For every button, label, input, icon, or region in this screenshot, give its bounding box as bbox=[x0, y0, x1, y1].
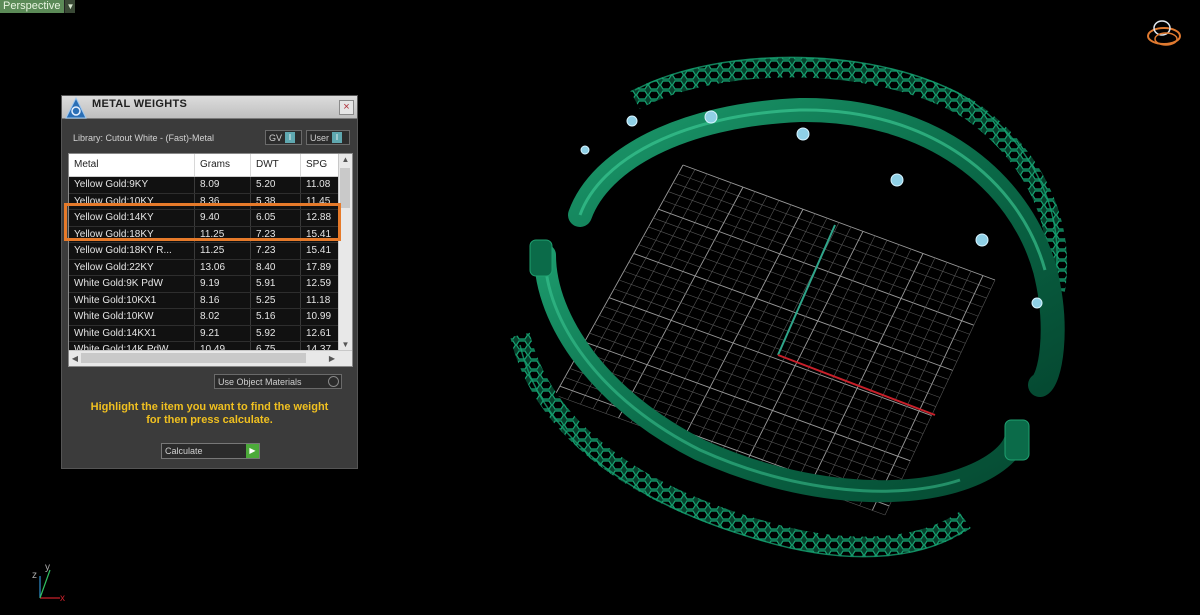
calculate-button[interactable]: Calculate ▶ bbox=[161, 443, 260, 459]
horizontal-scroll-thumb[interactable] bbox=[81, 353, 306, 363]
cell-dwt: 5.16 bbox=[251, 309, 301, 325]
y-axis-line bbox=[777, 224, 836, 356]
cell-dwt: 5.25 bbox=[251, 292, 301, 308]
scroll-right-icon[interactable]: ▶ bbox=[326, 351, 338, 366]
cell-metal: Yellow Gold:22KY bbox=[69, 259, 195, 275]
cell-grams: 9.19 bbox=[195, 276, 251, 292]
scroll-up-icon[interactable]: ▲ bbox=[339, 154, 352, 166]
cell-dwt: 7.23 bbox=[251, 243, 301, 259]
library-label: Library: Cutout White - (Fast)-Metal bbox=[73, 133, 215, 143]
table-row[interactable]: Yellow Gold:22KY 13.06 8.40 17.89 bbox=[69, 259, 340, 276]
horizontal-scrollbar[interactable]: ◀ ▶ bbox=[69, 350, 352, 366]
cell-spg: 17.89 bbox=[301, 259, 340, 275]
cell-grams: 11.25 bbox=[195, 243, 251, 259]
cell-dwt: 5.92 bbox=[251, 325, 301, 341]
cell-spg: 12.61 bbox=[301, 325, 340, 341]
x-axis-line bbox=[777, 354, 936, 416]
table-row[interactable]: Yellow Gold:9KY 8.09 5.20 11.08 bbox=[69, 177, 340, 194]
calculate-label: Calculate bbox=[165, 446, 203, 456]
column-header-metal[interactable]: Metal bbox=[69, 154, 195, 176]
cell-metal: White Gold:9K PdW bbox=[69, 276, 195, 292]
table-row[interactable]: White Gold:10KX1 8.16 5.25 11.18 bbox=[69, 292, 340, 309]
table-row[interactable]: White Gold:10KW 8.02 5.16 10.99 bbox=[69, 309, 340, 326]
play-icon[interactable]: ▶ bbox=[246, 444, 259, 458]
viewport-dropdown-icon[interactable]: ▼ bbox=[64, 0, 76, 13]
cell-spg: 11.18 bbox=[301, 292, 340, 308]
cell-grams: 8.09 bbox=[195, 177, 251, 193]
radio-icon[interactable] bbox=[328, 376, 339, 387]
cell-metal: Yellow Gold:9KY bbox=[69, 177, 195, 193]
cell-metal: White Gold:14KX1 bbox=[69, 325, 195, 341]
cell-grams: 8.16 bbox=[195, 292, 251, 308]
viewport-name[interactable]: Perspective bbox=[0, 0, 65, 13]
use-object-materials-label: Use Object Materials bbox=[218, 376, 302, 387]
cell-spg: 10.99 bbox=[301, 309, 340, 325]
viewport-label[interactable]: Perspective ▼ bbox=[0, 0, 76, 13]
user-toggle-label: User bbox=[310, 132, 330, 143]
vertical-scroll-thumb[interactable] bbox=[340, 168, 350, 208]
cell-dwt: 5.20 bbox=[251, 177, 301, 193]
axis-x-label: x bbox=[60, 593, 65, 604]
cell-metal: Yellow Gold:18KY R... bbox=[69, 243, 195, 259]
cell-grams: 8.02 bbox=[195, 309, 251, 325]
table-header: Metal Grams DWT SPG bbox=[69, 154, 340, 177]
instruction-line-2: for then press calculate. bbox=[146, 414, 273, 426]
cell-spg: 15.41 bbox=[301, 243, 340, 259]
gv-toggle-button[interactable]: I bbox=[285, 132, 296, 143]
cell-spg: 12.59 bbox=[301, 276, 340, 292]
cell-metal: White Gold:10KX1 bbox=[69, 292, 195, 308]
user-toggle-button[interactable]: I bbox=[332, 132, 343, 143]
app-logo-icon bbox=[65, 96, 87, 119]
highlight-annotation bbox=[64, 203, 341, 241]
panel-title: METAL WEIGHTS bbox=[92, 98, 188, 110]
column-header-dwt[interactable]: DWT bbox=[251, 154, 301, 176]
instruction-text: Highlight the item you want to find the … bbox=[62, 401, 357, 427]
column-header-spg[interactable]: SPG bbox=[301, 154, 340, 176]
view-cube-icon[interactable] bbox=[1147, 20, 1181, 46]
axis-z-label: z bbox=[32, 570, 37, 581]
table-row[interactable]: White Gold:14KX1 9.21 5.92 12.61 bbox=[69, 325, 340, 342]
table-row[interactable]: White Gold:9K PdW 9.19 5.91 12.59 bbox=[69, 276, 340, 293]
column-header-grams[interactable]: Grams bbox=[195, 154, 251, 176]
cell-dwt: 8.40 bbox=[251, 259, 301, 275]
metal-weights-panel: METAL WEIGHTS × Library: Cutout White - … bbox=[61, 95, 358, 469]
gv-toggle[interactable]: GV I bbox=[265, 130, 302, 145]
close-icon[interactable]: × bbox=[339, 100, 354, 115]
metal-table[interactable]: Metal Grams DWT SPG Yellow Gold:9KY 8.09 5… bbox=[68, 153, 353, 367]
use-object-materials-toggle[interactable]: Use Object Materials bbox=[214, 374, 342, 389]
cell-spg: 11.08 bbox=[301, 177, 340, 193]
axis-y-label: y bbox=[45, 562, 50, 573]
axis-triad-icon: z y x bbox=[32, 562, 65, 604]
cell-dwt: 5.91 bbox=[251, 276, 301, 292]
instruction-line-1: Highlight the item you want to find the … bbox=[90, 401, 329, 413]
gv-toggle-label: GV bbox=[269, 132, 283, 143]
scroll-left-icon[interactable]: ◀ bbox=[69, 351, 81, 366]
cell-grams: 13.06 bbox=[195, 259, 251, 275]
cell-grams: 9.21 bbox=[195, 325, 251, 341]
vertical-scrollbar[interactable]: ▲ ▼ bbox=[338, 154, 352, 351]
cell-metal: White Gold:10KW bbox=[69, 309, 195, 325]
panel-title-bar[interactable]: METAL WEIGHTS × bbox=[62, 96, 357, 119]
user-toggle[interactable]: User I bbox=[306, 130, 350, 145]
table-row[interactable]: Yellow Gold:18KY R... 11.25 7.23 15.41 bbox=[69, 243, 340, 260]
